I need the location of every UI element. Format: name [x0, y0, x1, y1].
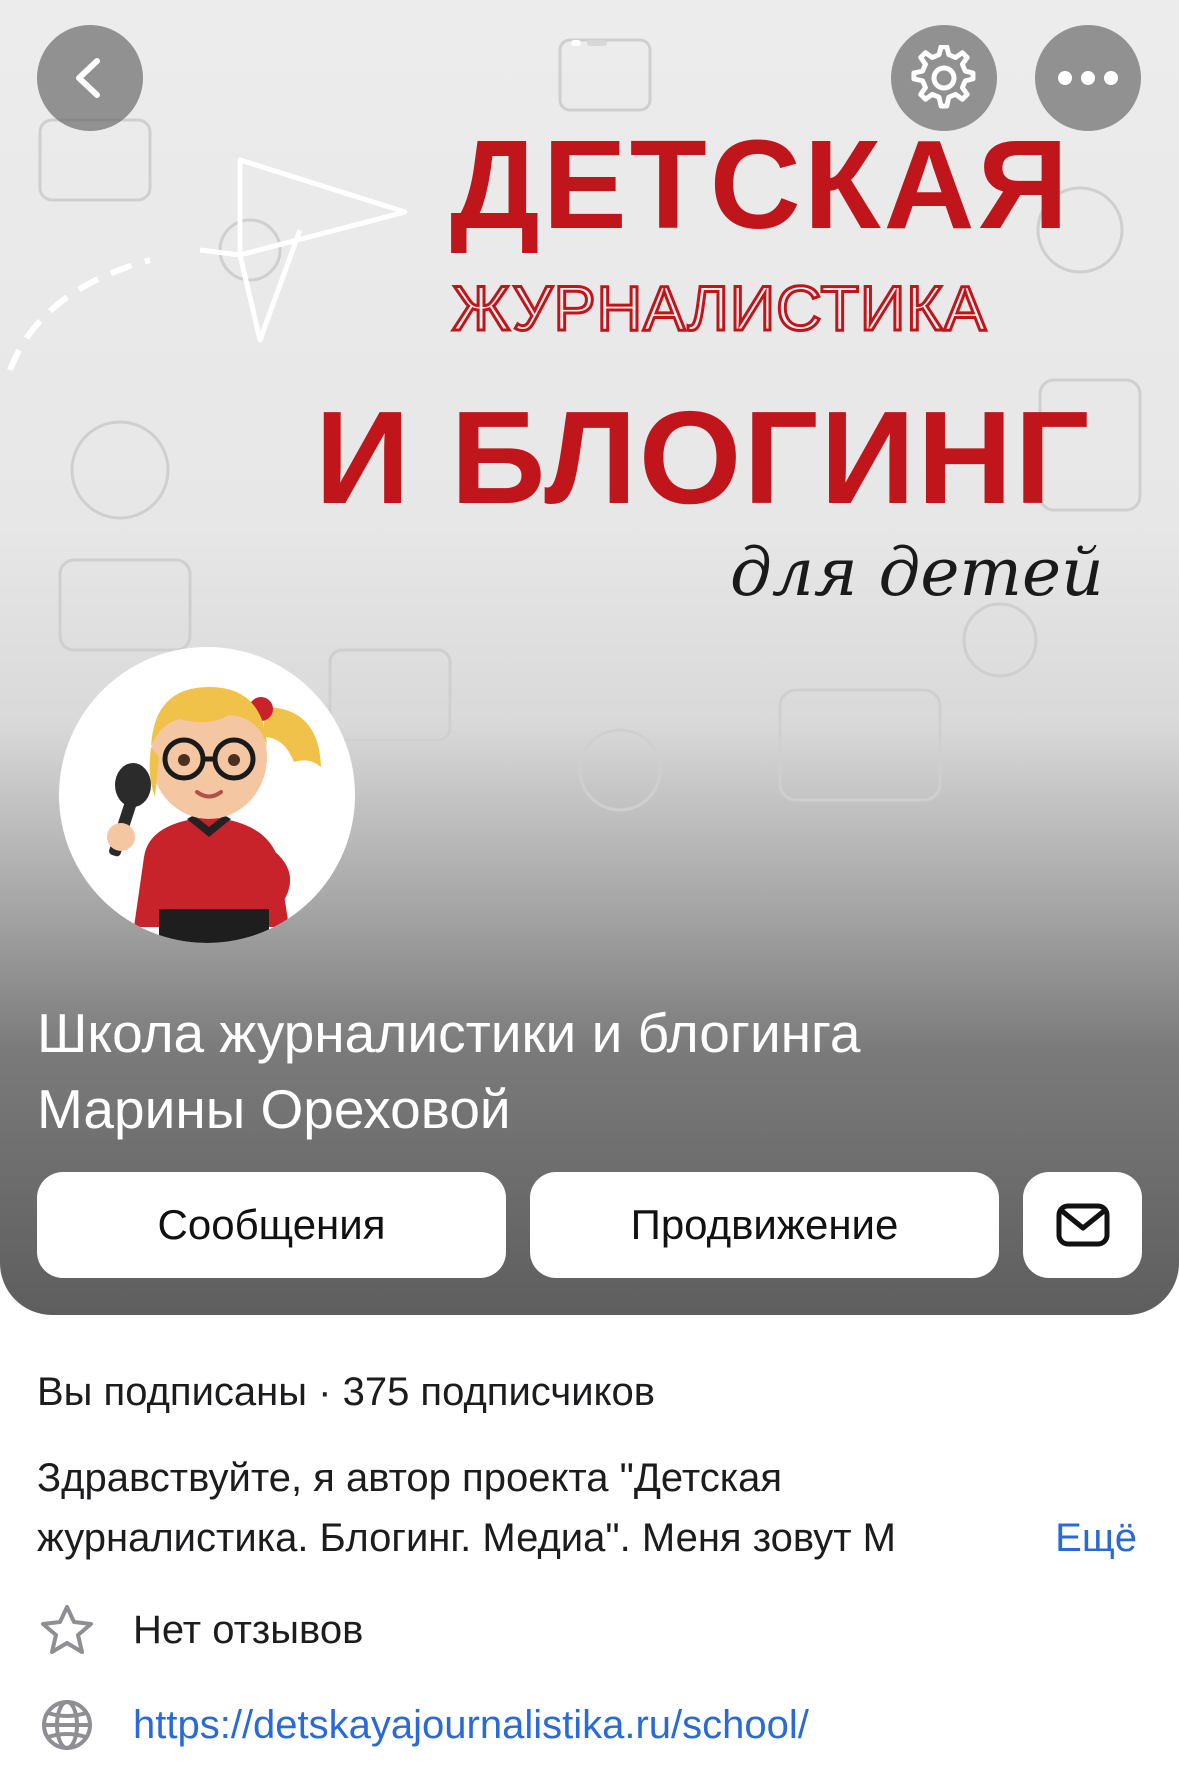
promotion-button[interactable]: Продвижение: [530, 1172, 999, 1278]
reporter-girl-illustration: [107, 687, 321, 943]
mail-icon: [1056, 1203, 1109, 1247]
reviews-row[interactable]: Нет отзывов: [37, 1600, 363, 1660]
website-row[interactable]: https://detskayajournalistika.ru/school/: [37, 1695, 809, 1755]
back-button[interactable]: [37, 25, 143, 131]
globe-icon: [37, 1695, 97, 1755]
banner-subtitle: для детей: [730, 534, 1104, 611]
profile-header: ДЕТСКАЯ ЖУРНАЛИСТИКА И БЛОГИНГ для детей: [0, 0, 1179, 1315]
banner-title-line1: ДЕТСКАЯ: [450, 114, 1072, 255]
page-title-line2: Марины Ореховой: [37, 1078, 511, 1140]
description-line2: журналистика. Блогинг. Медиа". Меня зову…: [37, 1516, 896, 1560]
star-icon: [37, 1600, 97, 1660]
banner-title-line2: ЖУРНАЛИСТИКА: [450, 274, 988, 344]
promotion-button-label: Продвижение: [630, 1201, 899, 1248]
banner-title-line3: И БЛОГИНГ: [315, 384, 1092, 531]
page-title-line1: Школа журналистики и блогинга: [37, 1002, 861, 1064]
reviews-text: Нет отзывов: [133, 1607, 364, 1652]
subscription-info: Вы подписаны · 375 подписчиков: [37, 1370, 655, 1415]
page-title: Школа журналистики и блогинга Марины Оре…: [37, 995, 1147, 1147]
chevron-left-icon: [76, 58, 100, 98]
separator: ·: [318, 1370, 332, 1414]
ellipsis-icon: [1058, 71, 1118, 85]
messages-button[interactable]: Сообщения: [37, 1172, 506, 1278]
website-link[interactable]: https://detskayajournalistika.ru/school/: [133, 1703, 809, 1748]
subscribers-count[interactable]: 375 подписчиков: [343, 1370, 655, 1414]
more-link[interactable]: Ещё: [995, 1508, 1137, 1568]
description-line2-wrap: журналистика. Блогинг. Медиа". Меня зову…: [37, 1508, 1147, 1568]
description-line1: Здравствуйте, я автор проекта "Детская: [37, 1456, 782, 1500]
subscribed-status[interactable]: Вы подписаны: [37, 1370, 307, 1414]
mail-button[interactable]: [1023, 1172, 1142, 1278]
avatar[interactable]: [59, 647, 355, 943]
messages-button-label: Сообщения: [157, 1201, 386, 1248]
pager-indicator: [571, 40, 607, 46]
gear-icon: [911, 45, 976, 109]
description[interactable]: Здравствуйте, я автор проекта "Детская ж…: [37, 1448, 1147, 1568]
